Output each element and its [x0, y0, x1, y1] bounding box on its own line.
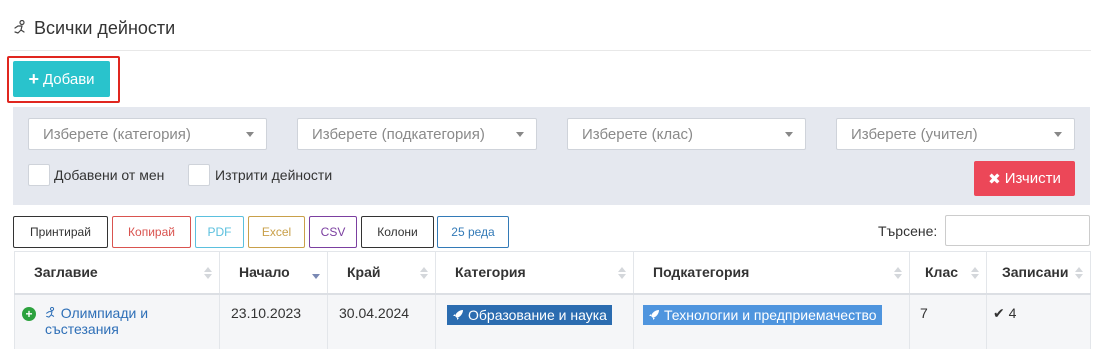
csv-button-label: CSV — [320, 225, 346, 239]
rows-per-page-label: 25 реда — [451, 225, 495, 239]
added-by-me-checkbox[interactable] — [28, 164, 50, 186]
subcategory-select[interactable]: Изберете (подкатегория) — [297, 118, 537, 150]
close-icon: ✖ — [988, 170, 1001, 188]
class-select[interactable]: Изберете (клас) — [567, 118, 806, 150]
clear-button[interactable]: ✖ Изчисти — [974, 161, 1075, 196]
excel-button[interactable]: Excel — [248, 216, 305, 248]
rocket-icon — [453, 309, 463, 320]
column-header-label: Заглавие — [34, 264, 98, 281]
cell-title: + Олимпиади и състезания — [14, 293, 220, 349]
activities-table: Заглавие Начало Край Категория Подкатего… — [14, 251, 1091, 349]
plus-icon: + — [28, 69, 39, 89]
column-header-label: Край — [347, 264, 381, 281]
csv-button[interactable]: CSV — [309, 216, 357, 248]
add-button-label: Добави — [42, 70, 95, 88]
sort-icon — [618, 267, 626, 279]
running-icon — [45, 306, 55, 318]
cell-category: Образование и наука — [435, 293, 634, 349]
pdf-button-label: PDF — [207, 225, 232, 239]
search-label: Търсене: — [878, 223, 938, 239]
column-header-enrolled[interactable]: Записани — [986, 251, 1091, 295]
column-header-end[interactable]: Край — [327, 251, 436, 295]
chevron-down-icon — [246, 132, 254, 137]
chevron-down-icon — [516, 132, 524, 137]
columns-button-label: Колони — [377, 225, 418, 239]
columns-button[interactable]: Колони — [361, 216, 434, 248]
column-header-class[interactable]: Клас — [909, 251, 987, 295]
activity-title-line1: Олимпиади и — [60, 304, 149, 321]
page-title: Всички дейности — [34, 18, 176, 38]
activity-title-link[interactable]: Олимпиади и състезания — [22, 305, 148, 337]
sort-icon — [894, 267, 902, 279]
add-button[interactable]: + Добави — [13, 61, 110, 97]
rocket-icon — [649, 309, 659, 320]
enrolled-count: 4 — [1008, 304, 1017, 321]
category-badge-label: Образование и наука — [468, 306, 607, 323]
sort-desc-icon — [312, 274, 320, 279]
cell-start: 23.10.2023 — [219, 293, 328, 349]
cell-subcategory: Технологии и предприемачество — [633, 293, 910, 349]
deleted-activities-label: Изтрити дейности — [215, 167, 333, 183]
cell-class: 7 — [909, 293, 987, 349]
sort-icon — [420, 267, 428, 279]
header-divider — [10, 50, 1091, 51]
chevron-down-icon — [1054, 132, 1062, 137]
column-header-label: Категория — [455, 264, 526, 281]
print-button[interactable]: Принтирай — [13, 216, 108, 248]
table-header-row: Заглавие Начало Край Категория Подкатего… — [14, 251, 1091, 295]
category-select-placeholder: Изберете (категория) — [43, 125, 191, 143]
print-button-label: Принтирай — [30, 225, 91, 239]
chevron-down-icon — [785, 132, 793, 137]
page-header: Всички дейности — [12, 18, 175, 39]
check-icon: ✔ — [993, 304, 1005, 321]
table-row: + Олимпиади и състезания 23.10.2023 30.04… — [14, 293, 1091, 349]
sort-icon — [971, 267, 979, 279]
column-header-label: Клас — [925, 264, 959, 281]
rows-per-page-button[interactable]: 25 реда — [437, 216, 509, 248]
category-badge: Образование и наука — [447, 304, 612, 325]
column-header-start[interactable]: Начало — [219, 251, 328, 295]
teacher-select[interactable]: Изберете (учител) — [836, 118, 1075, 150]
expand-row-icon[interactable]: + — [22, 306, 36, 321]
column-header-title[interactable]: Заглавие — [14, 251, 220, 295]
deleted-activities-checkbox[interactable] — [188, 164, 210, 186]
pdf-button[interactable]: PDF — [195, 216, 244, 248]
column-header-subcategory[interactable]: Подкатегория — [633, 251, 910, 295]
subcategory-badge: Технологии и предприемачество — [643, 304, 882, 325]
sort-icon — [1075, 267, 1083, 279]
filter-panel: Изберете (категория) Изберете (подкатего… — [13, 107, 1090, 205]
cell-enrolled: ✔ 4 — [986, 293, 1091, 349]
category-select[interactable]: Изберете (категория) — [28, 118, 267, 150]
column-header-label: Начало — [239, 264, 290, 281]
subcategory-badge-label: Технологии и предприемачество — [664, 306, 877, 323]
copy-button[interactable]: Копирай — [112, 216, 191, 248]
column-header-label: Подкатегория — [653, 264, 750, 281]
column-header-category[interactable]: Категория — [435, 251, 634, 295]
teacher-select-placeholder: Изберете (учител) — [851, 125, 978, 143]
running-icon — [14, 19, 25, 34]
added-by-me-label: Добавени от мен — [54, 167, 165, 183]
search-input[interactable] — [945, 215, 1090, 246]
activity-title-line2: състезания — [45, 320, 119, 337]
cell-end: 30.04.2024 — [327, 293, 436, 349]
sort-icon — [204, 267, 212, 279]
excel-button-label: Excel — [261, 225, 292, 239]
clear-button-label: Изчисти — [1004, 170, 1061, 187]
copy-button-label: Копирай — [128, 225, 175, 239]
subcategory-select-placeholder: Изберете (подкатегория) — [312, 125, 485, 143]
class-select-placeholder: Изберете (клас) — [582, 125, 693, 143]
column-header-label: Записани — [1002, 264, 1069, 281]
